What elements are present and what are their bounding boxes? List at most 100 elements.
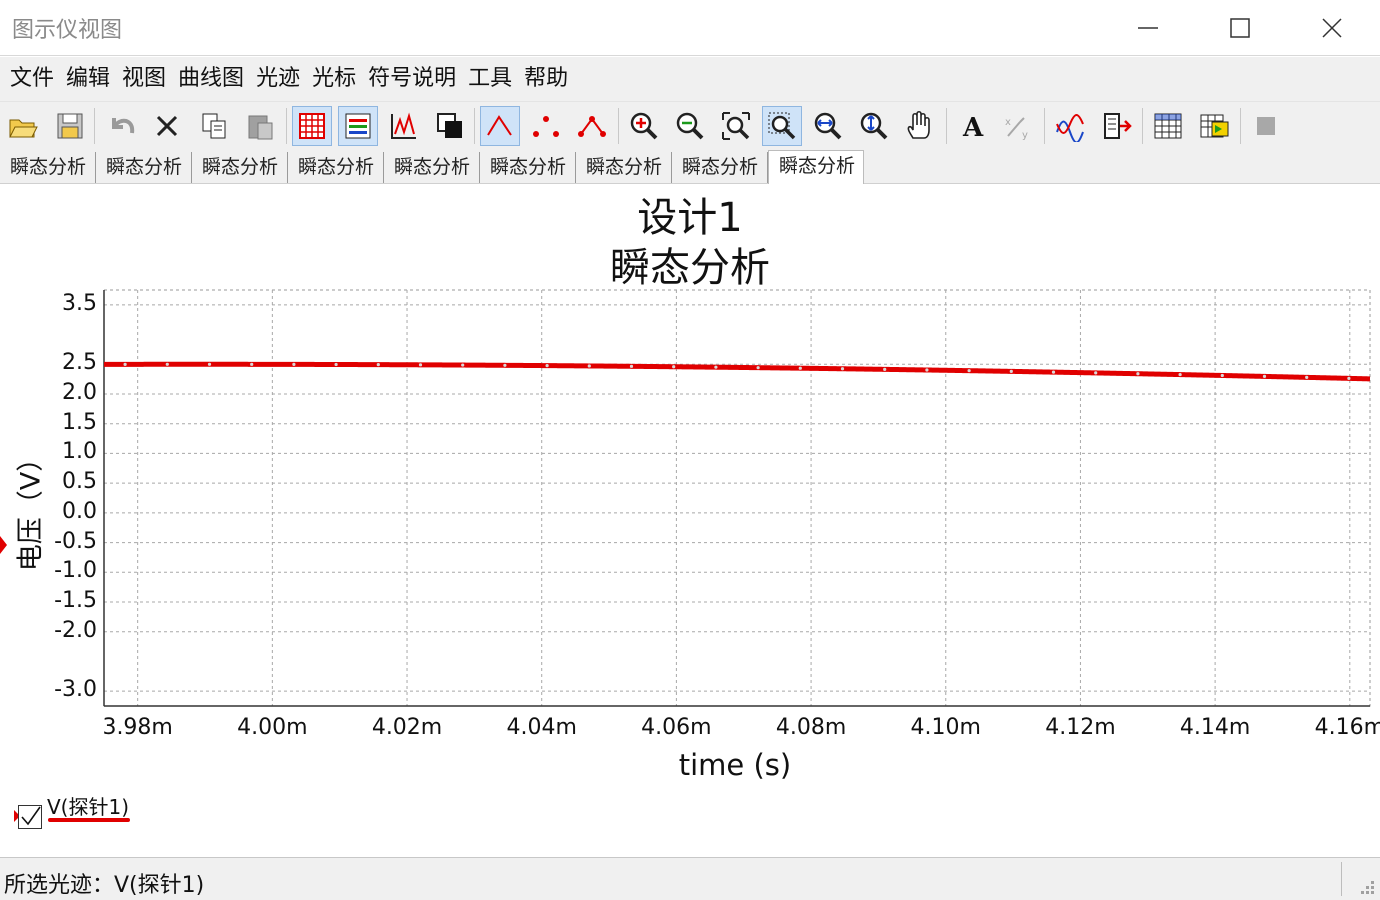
trace-marker (0, 536, 7, 554)
menu-trace[interactable]: 光迹 (250, 57, 306, 101)
tab-bar: 瞬态分析 瞬态分析 瞬态分析 瞬态分析 瞬态分析 瞬态分析 瞬态分析 瞬态分析 … (0, 149, 1380, 184)
stop-icon (1257, 117, 1275, 135)
x-axis-label: time (s) (678, 748, 792, 782)
open-icon (9, 119, 38, 138)
menu-view[interactable]: 视图 (116, 57, 172, 101)
tab-transient-3[interactable]: 瞬态分析 (192, 152, 288, 183)
series-sample-mark (503, 363, 507, 367)
axis-scale-button[interactable]: xy (998, 106, 1038, 146)
y-tick-label: 2.5 (62, 350, 97, 376)
export-labview-icon (1200, 114, 1229, 138)
series-sample-mark (967, 369, 971, 373)
zoom-area-button[interactable] (762, 106, 802, 146)
menu-bar: 文件 编辑 视图 曲线图 光迹 光标 符号说明 工具 帮助 (0, 57, 1380, 101)
x-tick-label: 4.10m (910, 715, 981, 740)
overlay-traces-button[interactable] (1050, 106, 1090, 146)
toolbar: A xy (0, 101, 1380, 149)
zoom-y-button[interactable] (854, 106, 894, 146)
series-sample-mark (798, 366, 802, 370)
menu-help[interactable]: 帮助 (518, 57, 574, 101)
series-sample-mark (1009, 369, 1013, 373)
tab-transient-4[interactable]: 瞬态分析 (288, 152, 384, 183)
delete-button[interactable] (147, 106, 187, 146)
reverse-colors-icon (437, 113, 462, 138)
close-button[interactable] (1286, 0, 1378, 56)
copy-button[interactable] (194, 106, 234, 146)
zoom-x-button[interactable] (808, 106, 848, 146)
svg-text:x: x (1005, 117, 1011, 128)
open-button[interactable] (3, 106, 43, 146)
show-marks-button[interactable] (572, 106, 612, 146)
x-tick-label: 4.02m (371, 715, 443, 740)
legend-icon (345, 113, 371, 139)
select-marks-button[interactable] (526, 106, 566, 146)
tab-transient-2[interactable]: 瞬态分析 (96, 152, 192, 183)
series-sample-mark (165, 362, 169, 366)
menu-cursor[interactable]: 光标 (306, 57, 362, 101)
pan-hand-button[interactable] (900, 106, 940, 146)
export-button[interactable] (1096, 106, 1136, 146)
menu-legend[interactable]: 符号说明 (362, 57, 462, 101)
menu-file[interactable]: 文件 (4, 57, 60, 101)
show-marks-icon (578, 116, 606, 137)
y-axis-label: 电压（V） (15, 444, 47, 572)
series-sample-mark (756, 366, 760, 370)
undo-button[interactable] (102, 106, 142, 146)
y-tick-label: -1.5 (54, 588, 97, 613)
series-sample-mark (629, 364, 634, 368)
y-tick-label: -3.0 (54, 677, 97, 703)
series-sample-mark (418, 363, 423, 367)
series-sample-mark (1347, 376, 1351, 380)
series-sample-mark (461, 363, 465, 367)
menu-graph[interactable]: 曲线图 (172, 57, 250, 101)
y-tick-label: 3.5 (62, 290, 97, 316)
grid-icon (299, 113, 325, 139)
series-sample-mark (672, 365, 676, 369)
close-icon (1322, 18, 1342, 38)
menu-tools[interactable]: 工具 (462, 57, 518, 101)
resize-grip-icon[interactable] (1356, 876, 1376, 896)
legend-trace-checkbox[interactable] (18, 805, 42, 829)
x-tick-label: 4.12m (1045, 715, 1116, 740)
select-traces-button[interactable] (384, 106, 424, 146)
text-button[interactable]: A (952, 106, 992, 146)
export-excel-button[interactable] (1148, 106, 1188, 146)
series-sample-mark (123, 362, 127, 366)
series-sample-mark (250, 362, 254, 366)
maximize-icon (1230, 18, 1250, 38)
series-sample-mark (1051, 370, 1056, 374)
tab-transient-6[interactable]: 瞬态分析 (480, 152, 576, 183)
select-marks-icon (533, 116, 559, 137)
zoom-fit-button[interactable] (716, 106, 756, 146)
tab-transient-1[interactable]: 瞬态分析 (0, 152, 96, 183)
tab-transient-8[interactable]: 瞬态分析 (672, 152, 768, 183)
minimize-button[interactable] (1102, 0, 1194, 56)
x-tick-label: 4.04m (506, 715, 577, 740)
tab-transient-9[interactable]: 瞬态分析 (768, 150, 864, 184)
stop-button[interactable] (1246, 106, 1286, 146)
series-sample-mark (587, 364, 591, 368)
export-labview-button[interactable] (1194, 106, 1234, 146)
show-cursors-button[interactable] (480, 106, 520, 146)
reverse-colors-button[interactable] (430, 106, 470, 146)
graph-area[interactable]: 设计1 瞬态分析 3.5 2.5 2.0 1.5 1.0 0.5 0.0 -0.5 -1.0 -1… (0, 185, 1380, 857)
series-sample-mark (1305, 375, 1309, 379)
y-tick-label: 1.0 (62, 439, 97, 465)
svg-text:A: A (962, 113, 984, 142)
paste-button[interactable] (240, 106, 280, 146)
grid-button[interactable] (292, 106, 332, 146)
maximize-button[interactable] (1194, 0, 1286, 56)
tab-transient-5[interactable]: 瞬态分析 (384, 152, 480, 183)
legend-trace-label[interactable]: V(探针1) (47, 791, 129, 820)
series-sample-mark (1136, 372, 1140, 376)
zoom-x-icon (814, 112, 842, 140)
undo-icon (112, 118, 135, 134)
tab-transient-7[interactable]: 瞬态分析 (576, 152, 672, 183)
save-button[interactable] (50, 106, 90, 146)
legend-button[interactable] (338, 106, 378, 146)
zoom-in-button[interactable] (624, 106, 664, 146)
y-tick-label: -2.0 (54, 617, 97, 643)
menu-edit[interactable]: 编辑 (60, 57, 116, 101)
export-icon (1104, 113, 1132, 139)
zoom-out-button[interactable] (670, 106, 710, 146)
